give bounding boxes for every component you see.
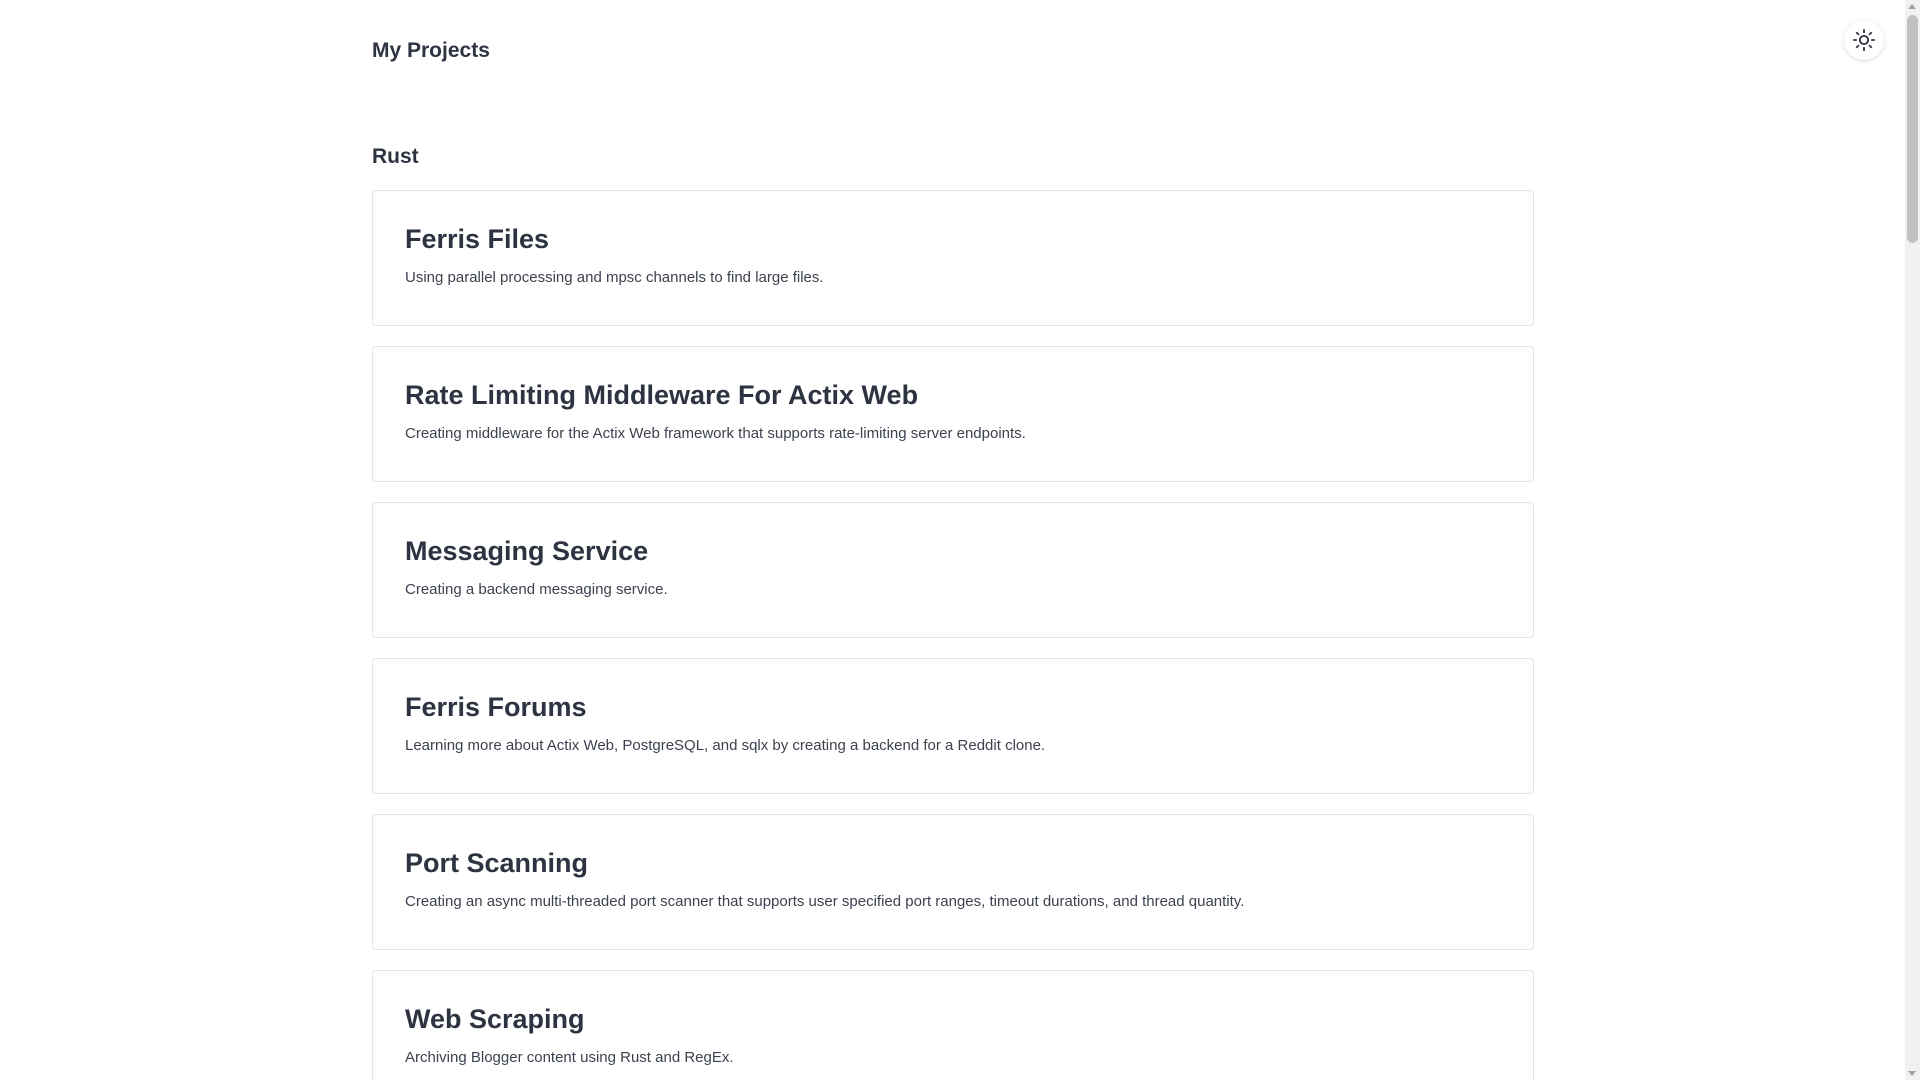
project-description: Archiving Blogger content using Rust and… (405, 1049, 734, 1066)
project-description: Creating an async multi-threaded port sc… (405, 893, 1245, 910)
project-title: Messaging Service (405, 536, 649, 566)
section-title-rust: Rust (372, 145, 419, 168)
project-title: Ferris Files (405, 224, 550, 254)
scrollbar-thumb[interactable] (1907, 15, 1918, 243)
project-card[interactable]: Rate Limiting Middleware For Actix Web C… (372, 346, 1534, 482)
project-title: Ferris Forums (405, 692, 587, 722)
project-card[interactable]: Ferris Forums Learning more about Actix … (372, 658, 1534, 794)
project-title: Port Scanning (405, 848, 589, 878)
project-description: Learning more about Actix Web, PostgreSQ… (405, 737, 1046, 754)
scroll-down-arrow-icon[interactable] (1908, 1071, 1916, 1076)
page: My Projects Rust Ferris Files Using para… (0, 0, 1905, 1080)
scroll-up-arrow-icon[interactable] (1908, 4, 1916, 9)
theme-toggle-button[interactable] (1844, 20, 1884, 60)
sun-icon (1853, 29, 1875, 51)
vertical-scrollbar[interactable] (1905, 0, 1920, 1080)
project-description: Creating a backend messaging service. (405, 581, 668, 598)
project-description: Creating middleware for the Actix Web fr… (405, 425, 1026, 442)
project-title: Web Scraping (405, 1004, 585, 1034)
project-description: Using parallel processing and mpsc chann… (405, 269, 824, 286)
project-card[interactable]: Messaging Service Creating a backend mes… (372, 502, 1534, 638)
project-card[interactable]: Web Scraping Archiving Blogger content u… (372, 970, 1534, 1080)
project-title: Rate Limiting Middleware For Actix Web (405, 380, 919, 410)
project-list: Ferris Files Using parallel processing a… (372, 190, 1534, 1080)
project-card[interactable]: Port Scanning Creating an async multi-th… (372, 814, 1534, 950)
site-title[interactable]: My Projects (372, 39, 490, 63)
project-card[interactable]: Ferris Files Using parallel processing a… (372, 190, 1534, 326)
